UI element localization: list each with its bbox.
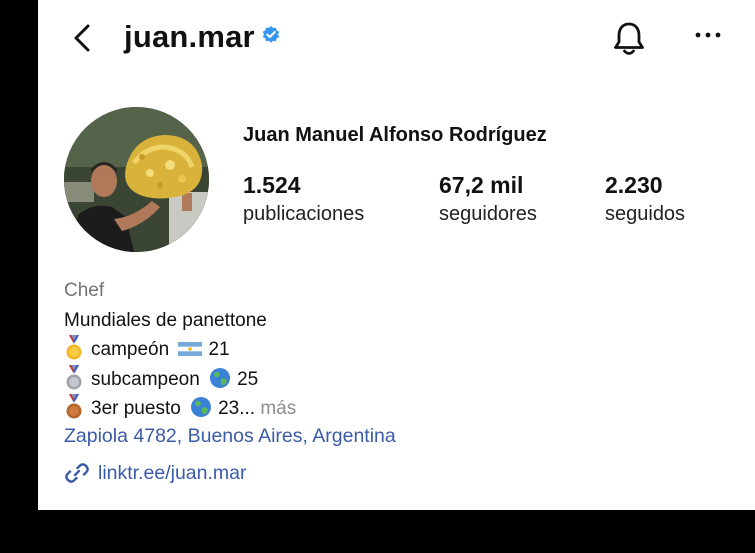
bio-line: subcampeon 25 [64,364,296,395]
following-label: seguidos [605,203,686,225]
bronze-medal-icon [64,393,84,420]
bio-text: campeón [91,339,170,360]
website-url: linktr.ee/juan.mar [98,462,247,484]
bio-line: campeón 21 [64,334,296,365]
bio-more-link[interactable]: más [260,398,296,419]
posts-count: 1.524 [243,172,301,198]
ellipsis-icon [695,32,721,38]
profile-avatar[interactable] [64,107,209,252]
notifications-button[interactable] [611,20,647,63]
profile-category: Chef [64,280,105,301]
profile-username: juan.mar [124,19,281,57]
stat-posts[interactable]: 1.524 publicaciones [243,172,364,226]
bio-text: 3er puesto [91,398,181,419]
chevron-left-icon [74,24,90,52]
profile-bio: Chef Mundiales de panettone campeón 21 s… [64,276,296,424]
back-button[interactable] [68,18,98,58]
bio-line: Mundiales de panettone [64,309,267,331]
verified-badge-icon [261,17,281,53]
followers-count: 67,2 mil [439,172,524,198]
bio-line: 3er puesto 23... más [64,393,296,424]
bio-text: 23... [218,398,256,419]
posts-label: publicaciones [243,203,365,225]
profile-full-name: Juan Manuel Alfonso Rodríguez [243,124,547,146]
bio-text: 21 [208,339,230,360]
globe-icon [190,396,212,418]
profile-website-link[interactable]: linktr.ee/juan.mar [64,462,247,485]
link-icon [65,463,89,483]
bell-icon [614,22,644,55]
globe-icon [209,367,231,389]
argentina-flag-icon [178,336,203,356]
bio-text: subcampeon [91,368,200,390]
followers-label: seguidores [439,203,537,225]
gold-medal-icon [64,334,84,361]
profile-address-link[interactable]: Zapiola 4782, Buenos Aires, Argentina [64,425,396,448]
more-options-button[interactable] [693,28,723,46]
bio-text: 25 [237,368,259,390]
avatar-photo [64,107,209,252]
profile-screen: juan.mar Juan Manuel Alfonso Rodríguez 1… [38,0,755,510]
username-text: juan.mar [124,19,255,54]
stat-following[interactable]: 2.230 seguidos [605,172,685,226]
following-count: 2.230 [605,172,663,198]
silver-medal-icon [64,364,84,391]
stat-followers[interactable]: 67,2 mil seguidores [439,172,537,226]
